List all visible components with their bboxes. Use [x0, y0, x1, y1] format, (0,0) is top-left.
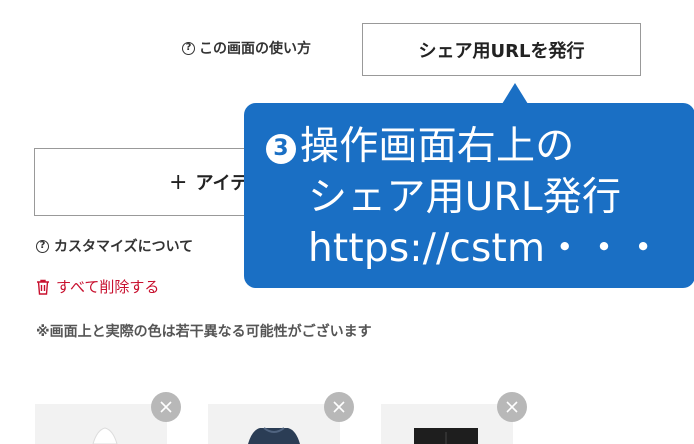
tutorial-callout: 3 操作画面右上の シェア用URL発行 https://cstm・・・ — [244, 83, 694, 288]
item-card-black-pants[interactable] — [381, 404, 513, 444]
delete-all-label: すべて削除する — [56, 278, 160, 296]
help-link-label: この画面の使い方 — [199, 41, 311, 57]
trash-icon — [37, 279, 49, 295]
item-thumbnail — [92, 427, 118, 444]
item-card-navy-top[interactable] — [208, 404, 340, 444]
customize-about-link[interactable]: ? カスタマイズについて — [36, 236, 193, 256]
callout-line-2: シェア用URL発行 — [308, 175, 622, 220]
callout-line-3: https://cstm・・・ — [308, 226, 663, 271]
callout-text-1: 操作画面右上の — [300, 124, 575, 169]
share-url-button[interactable]: シェア用URLを発行 — [362, 23, 641, 76]
help-link[interactable]: ? この画面の使い方 — [182, 38, 311, 58]
close-icon — [160, 401, 172, 413]
callout-line-1: 3 操作画面右上の — [266, 121, 694, 172]
item-thumbnail — [248, 427, 300, 444]
remove-item-button[interactable] — [151, 392, 181, 422]
customize-about-label: カスタマイズについて — [54, 239, 194, 255]
step-number-badge: 3 — [266, 133, 296, 164]
delete-all-link[interactable]: すべて削除する — [36, 276, 159, 297]
close-icon — [333, 401, 345, 413]
plus-icon: + — [169, 169, 188, 195]
question-circle-icon: ? — [182, 41, 195, 55]
remove-item-button[interactable] — [324, 392, 354, 422]
item-thumbnail — [414, 428, 478, 444]
color-disclaimer: ※画面上と実際の色は若干異なる可能性がございます — [36, 324, 372, 340]
remove-item-button[interactable] — [497, 392, 527, 422]
close-icon — [506, 401, 518, 413]
add-item-label: アイテ — [195, 173, 249, 194]
item-card-white-top[interactable] — [35, 404, 167, 444]
question-circle-icon: ? — [36, 239, 49, 253]
